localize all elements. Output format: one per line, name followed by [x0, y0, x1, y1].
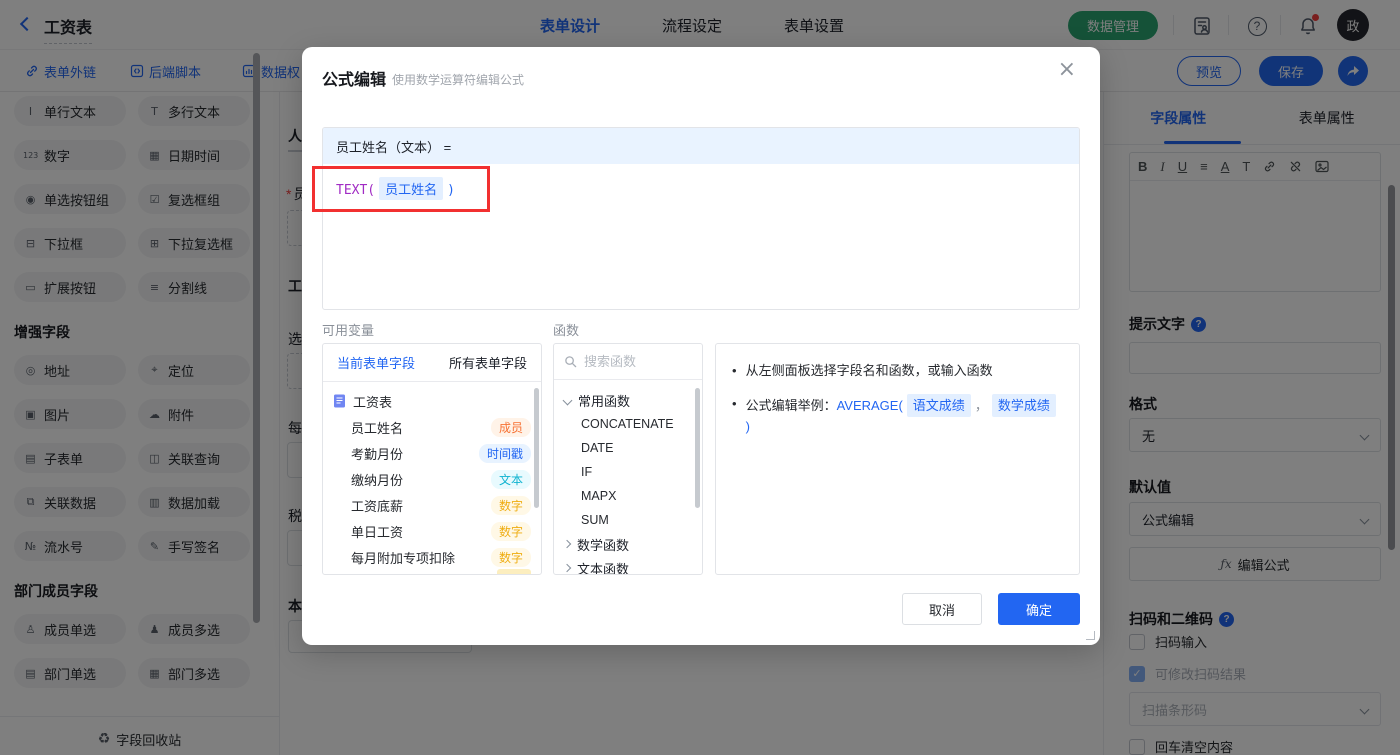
group-common-functions[interactable]: 常用函数	[554, 388, 702, 412]
app-root: 工资表 表单设计 流程设定 表单设置 数据管理 ? 政	[0, 0, 1400, 755]
variable-row[interactable]: 每月附加专项扣除 数字	[323, 544, 541, 570]
example-field-chip: 数学成绩	[991, 393, 1056, 417]
search-icon	[565, 356, 577, 368]
function-search[interactable]	[554, 344, 702, 380]
form-node[interactable]: 工资表	[323, 388, 541, 414]
chevron-right-icon	[562, 563, 572, 573]
type-badge: 成员	[490, 417, 531, 437]
formula-editor: 员工姓名（文本） = TEXT(员工姓名)	[322, 127, 1080, 310]
close-icon[interactable]: ×	[1058, 59, 1076, 81]
variable-row[interactable]: 员工姓名 成员	[323, 414, 541, 440]
functions-label: 函数	[553, 323, 580, 338]
cancel-button[interactable]: 取消	[902, 593, 982, 625]
partial-badge	[497, 569, 531, 574]
function-item[interactable]: IF	[554, 460, 702, 484]
formula-code-area[interactable]: TEXT(员工姓名)	[323, 164, 1079, 213]
modal-title: 公式编辑	[322, 72, 387, 89]
formula-close-paren: )	[447, 183, 455, 198]
formula-help-panel: • 从左侧面板选择字段名和函数，或输入函数 • 公式编辑举例：AVERAGE(语…	[715, 343, 1080, 575]
function-item[interactable]: DATE	[554, 436, 702, 460]
tab-all-form-fields[interactable]: 所有表单字段	[449, 353, 527, 372]
example-function: AVERAGE(	[836, 397, 903, 413]
variable-row[interactable]: 缴纳月份 文本	[323, 466, 541, 492]
type-badge: 文本	[490, 469, 531, 489]
variable-row[interactable]: 工资底薪 数字	[323, 492, 541, 518]
variable-row[interactable]: 考勤月份 时间戳	[323, 440, 541, 466]
tab-current-form-fields[interactable]: 当前表单字段	[337, 353, 415, 372]
variables-scrollbar[interactable]	[534, 388, 539, 508]
help-line-2: • 公式编辑举例：AVERAGE(语文成绩，数学成绩)	[732, 393, 1063, 437]
chevron-down-icon	[562, 395, 573, 405]
group-text-functions[interactable]: 文本函数	[554, 556, 702, 574]
functions-scrollbar[interactable]	[695, 388, 700, 508]
formula-field-chip[interactable]: 员工姓名	[379, 177, 444, 200]
formula-edit-modal: 公式编辑 使用数学运算符编辑公式 × 员工姓名（文本） = TEXT(员工姓名)…	[302, 47, 1100, 645]
confirm-button[interactable]: 确定	[998, 593, 1080, 625]
modal-subtitle: 使用数学运算符编辑公式	[392, 73, 525, 87]
chevron-right-icon	[562, 539, 572, 549]
functions-panel: 常用函数 CONCATENATE DATE IF MAPX SUM 数学函数 文…	[553, 343, 703, 575]
form-doc-icon	[334, 394, 345, 408]
example-field-chip: 语文成绩	[906, 393, 971, 417]
variable-row[interactable]: 单日工资 数字	[323, 518, 541, 544]
formula-function: TEXT(	[336, 183, 376, 198]
modal-resize-handle[interactable]	[1086, 631, 1095, 640]
function-item[interactable]: CONCATENATE	[554, 412, 702, 436]
type-badge: 数字	[490, 547, 531, 567]
type-badge: 数字	[490, 521, 531, 541]
help-line-1: • 从左侧面板选择字段名和函数，或输入函数	[732, 363, 993, 378]
variables-panel: 当前表单字段 所有表单字段 工资表 员工姓名 成员 考勤月份 时间戳 缴纳月份 文本 …	[322, 343, 542, 575]
function-search-input[interactable]	[584, 354, 684, 369]
type-badge: 数字	[490, 495, 531, 515]
variables-label: 可用变量	[322, 323, 375, 338]
type-badge: 时间戳	[478, 443, 531, 463]
formula-target: 员工姓名（文本） =	[323, 128, 1079, 164]
group-math-functions[interactable]: 数学函数	[554, 532, 702, 556]
function-item[interactable]: SUM	[554, 508, 702, 532]
function-item[interactable]: MAPX	[554, 484, 702, 508]
